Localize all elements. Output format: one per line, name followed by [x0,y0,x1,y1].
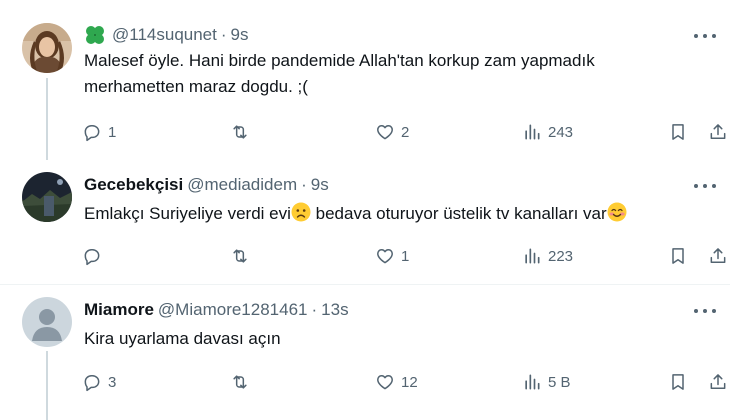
action-bar: 1 223 [82,244,730,268]
separator-dot: · [311,300,318,319]
user-handle[interactable]: @114suqunet [112,25,217,45]
views-chart-icon [525,374,540,390]
reply-button[interactable] [82,244,108,268]
tweet-2[interactable]: Gecebekçisi @mediadidem · 9s Emlakçı Sur… [0,160,730,286]
like-count: 1 [401,247,410,265]
default-avatar-icon[interactable] [22,297,72,347]
display-name[interactable]: Gecebekçisi [84,175,183,195]
heart-icon [377,249,393,264]
avatar[interactable] [22,23,72,73]
tweet-3[interactable]: Miamore @Miamore1281461 · 13s Kira uyarl… [0,285,730,420]
share-icon [710,124,726,139]
action-bar: 3 12 5 B [82,370,730,394]
tweet-header: Gecebekçisi @mediadidem · 9s [84,174,329,196]
tweet-text: Emlakçı Suriyeliye verdi evi bedava otur… [84,201,704,227]
avatar[interactable] [22,172,72,222]
repost-button[interactable] [230,370,256,394]
tweet-header: Miamore @Miamore1281461 · 13s [84,299,349,321]
tweet-text: Kira uyarlama davası açın [84,326,704,352]
reply-icon [84,375,100,392]
share-button[interactable] [708,370,728,394]
more-options-icon[interactable] [694,306,716,316]
repost-button[interactable] [230,244,256,268]
reply-icon [84,249,100,266]
bookmark-icon [672,374,684,390]
reply-count: 1 [108,123,117,141]
view-count: 5 B [548,373,571,391]
smiling-face-emoji [607,202,627,222]
thread-line [46,78,48,160]
tweet-text-line: Kira uyarlama davası açın [84,329,281,348]
like-button[interactable]: 12 [375,370,418,394]
reply-button[interactable]: 3 [82,370,116,394]
timestamp[interactable]: 13s [321,300,348,320]
views-button[interactable]: 5 B [522,370,571,394]
views-button[interactable]: 223 [522,244,573,268]
more-options-icon[interactable] [694,181,716,191]
tweet-header: @114suqunet · 9s [84,24,249,46]
share-button[interactable] [708,244,728,268]
like-count: 12 [401,373,418,391]
repost-button[interactable] [230,120,256,144]
repost-icon [233,125,247,139]
views-button[interactable]: 243 [522,120,573,144]
worried-face-emoji [291,202,311,222]
separator-dot: · [220,25,227,44]
display-name[interactable]: Miamore [84,300,154,320]
share-icon [710,374,726,389]
like-button[interactable]: 2 [375,120,409,144]
share-icon [710,248,726,263]
user-handle[interactable]: @mediadidem [187,175,297,195]
reply-button[interactable]: 1 [82,120,116,144]
tweet-text: Malesef öyle. Hani birde pandemide Allah… [84,48,704,100]
heart-icon [377,375,393,390]
share-button[interactable] [708,120,728,144]
bookmark-button[interactable] [668,120,688,144]
repost-icon [233,375,247,389]
reply-icon [84,125,100,142]
heart-icon [377,125,393,140]
timestamp[interactable]: 9s [231,25,249,45]
repost-icon [233,249,247,263]
timestamp[interactable]: 9s [311,175,329,195]
bookmark-icon [672,248,684,264]
view-count: 243 [548,123,574,141]
action-bar: 1 2 243 [82,120,730,144]
tweet-text-part: Emlakçı Suriyeliye verdi evi [84,204,291,223]
reply-count: 3 [108,373,117,391]
thread-line [46,351,48,420]
user-handle[interactable]: @Miamore1281461 [158,300,308,320]
separator-dot: · [301,175,307,194]
tweet-text-part: bedava oturuyor üstelik tv kanalları var [310,204,607,223]
tweet-text-line: Malesef öyle. Hani birde pandemide Allah… [84,51,595,70]
tweet-1[interactable]: @114suqunet · 9s Malesef öyle. Hani bird… [0,0,730,160]
view-count: 223 [548,247,574,265]
like-button[interactable]: 1 [375,244,409,268]
views-chart-icon [525,248,540,264]
clover-icon [84,24,106,46]
views-chart-icon [525,124,540,140]
bookmark-button[interactable] [668,370,688,394]
bookmark-icon [672,124,684,140]
tweet-text-line: merhametten maraz dogdu. ;( [84,77,308,96]
bookmark-button[interactable] [668,244,688,268]
like-count: 2 [401,123,410,141]
more-options-icon[interactable] [694,31,716,41]
